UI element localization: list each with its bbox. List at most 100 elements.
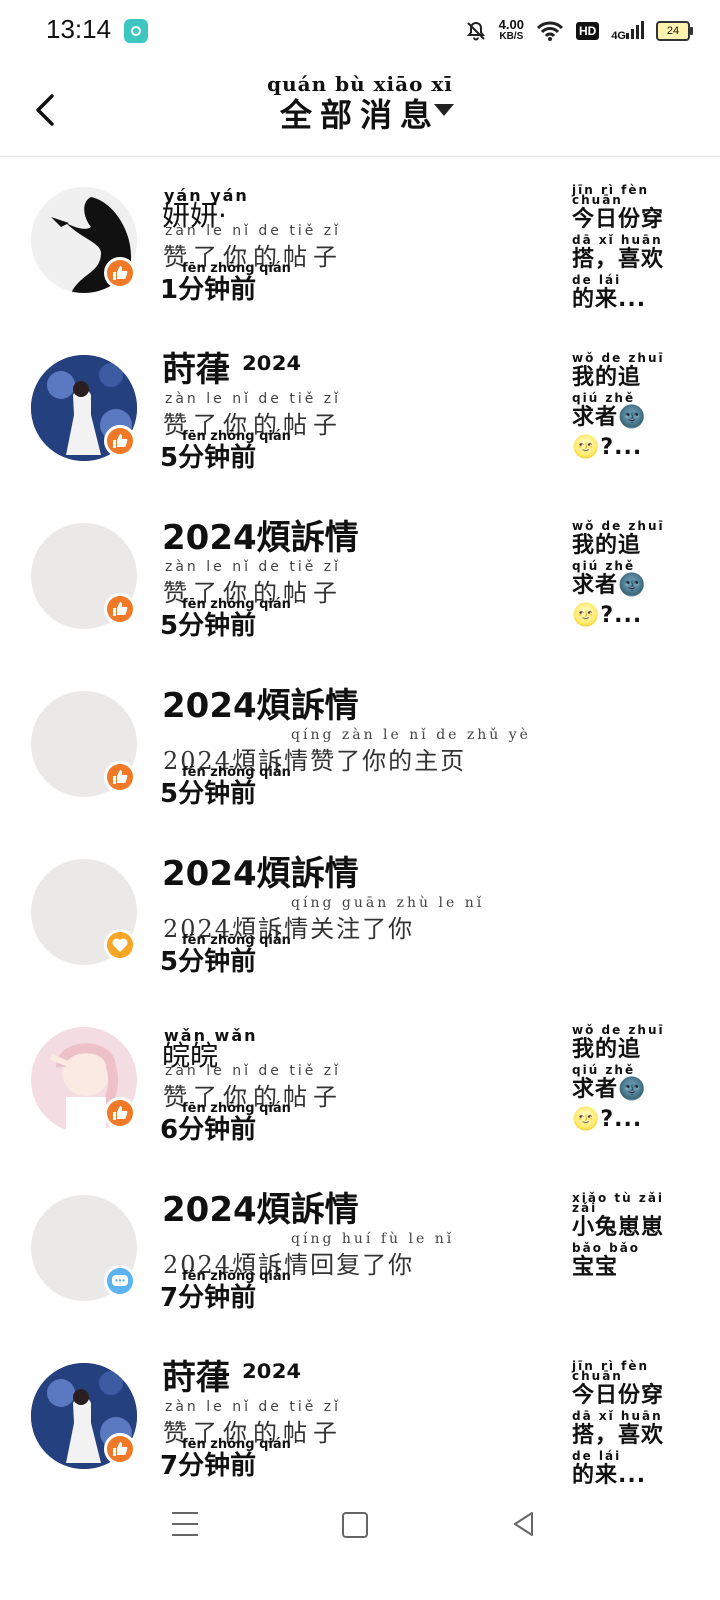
- comment-badge-icon: [104, 1265, 136, 1297]
- preview-pinyin: de lái: [572, 1449, 622, 1463]
- timestamp: fēn zhōng qián 1分钟前: [160, 261, 291, 306]
- preview-line: 🌝?...: [572, 433, 682, 463]
- action-pinyin: qíng zàn le nǐ de zhǔ yè: [291, 727, 531, 743]
- page-title[interactable]: quán bù xiāo xī 全部消息: [0, 72, 720, 134]
- preview-pinyin: jīn rì fèn chuān: [572, 183, 650, 207]
- sender-name-text: 莳葎 ²⁰²⁴: [162, 1358, 302, 1398]
- preview-text: 🌝?...: [572, 1107, 643, 1132]
- signal-icon: [626, 20, 644, 39]
- preview-line: 🌝?...: [572, 1105, 682, 1135]
- timestamp-text: 5分钟前: [160, 947, 257, 977]
- message-item[interactable]: wǎn wǎn 皖皖 zàn le nǐ de tiě zǐ 赞了你的帖子 fēn zh…: [0, 997, 720, 1165]
- action-pinyin: qíng huí fù le nǐ: [291, 1231, 455, 1247]
- preview-text: 宝宝: [572, 1255, 619, 1280]
- speed-value: 4.00: [498, 17, 524, 32]
- network-speed: 4.00 KB/S: [498, 17, 524, 43]
- message-item[interactable]: 2024煩訴情 qíng huí fù le nǐ 2024煩訴情回复了你 fēn z…: [0, 1165, 720, 1333]
- menu-icon[interactable]: [172, 1512, 198, 1536]
- preview-text: 搭，喜欢: [572, 1423, 665, 1448]
- status-icons: 4.00 KB/S HD 4G 24: [465, 16, 693, 46]
- timestamp: fēn zhōng qián 5分钟前: [160, 933, 291, 978]
- post-preview[interactable]: jīn rì fèn chuān 今日份穿 dā xǐ huān 搭，喜欢 de lái…: [572, 183, 682, 315]
- post-preview[interactable]: wǒ de zhuī 我的追 qiú zhě 求者🌚 🌝?...: [572, 519, 682, 631]
- timestamp-text: 5分钟前: [160, 611, 257, 641]
- action-pinyin: zàn le nǐ de tiě zǐ: [165, 559, 342, 575]
- clock: 13:14: [46, 14, 112, 44]
- hd-badge: HD: [575, 22, 600, 40]
- timestamp-text: 6分钟前: [160, 1115, 257, 1145]
- preview-line: qiú zhě 求者🌚: [572, 560, 682, 601]
- like-badge-icon: [104, 425, 136, 457]
- sender-name[interactable]: 莳葎 ²⁰²⁴: [162, 351, 301, 389]
- timestamp-pinyin: fēn zhōng qián: [182, 1269, 291, 1284]
- message-item[interactable]: yán yán 妍妍· zàn le nǐ de tiě zǐ 赞了你的帖子 fēn z…: [0, 157, 720, 325]
- preview-text: 我的追: [572, 533, 642, 558]
- preview-line: qiú zhě 求者🌚: [572, 392, 682, 433]
- nav-back-icon[interactable]: [510, 1510, 538, 1538]
- timestamp-pinyin: fēn zhōng qián: [182, 765, 291, 780]
- action-pinyin: zàn le nǐ de tiě zǐ: [165, 391, 342, 407]
- sender-name[interactable]: 莳葎 ²⁰²⁴: [162, 1359, 301, 1397]
- sender-name-text: 2024煩訴情: [162, 854, 359, 894]
- battery-icon: 24: [656, 21, 693, 41]
- sender-name-pinyin: yán yán: [164, 186, 249, 205]
- preview-text: 🌝?...: [572, 603, 643, 628]
- action-pinyin: qíng guān zhù le nǐ: [291, 895, 485, 911]
- timestamp: fēn zhōng qián 5分钟前: [160, 765, 291, 810]
- sender-name[interactable]: 2024煩訴情: [162, 519, 359, 557]
- timestamp-pinyin: fēn zhōng qián: [182, 261, 291, 276]
- post-preview[interactable]: wǒ de zhuī 我的追 qiú zhě 求者🌚 🌝?...: [572, 1023, 682, 1135]
- preview-text: 求者🌚: [572, 573, 647, 598]
- page-title-pinyin: quán bù xiāo xī: [267, 72, 453, 96]
- message-item[interactable]: 2024煩訴情 zàn le nǐ de tiě zǐ 赞了你的帖子 fēn zhōn…: [0, 493, 720, 661]
- preview-pinyin: xiǎo tù zǎi zǎi: [572, 1191, 665, 1215]
- message-item[interactable]: 2024煩訴情 qíng guān zhù le nǐ 2024煩訴情关注了你 fēn…: [0, 829, 720, 997]
- post-preview[interactable]: wǒ de zhuī 我的追 qiú zhě 求者🌚 🌝?...: [572, 352, 682, 463]
- preview-text: 搭，喜欢: [572, 247, 665, 272]
- like-badge-icon: [104, 761, 136, 793]
- preview-pinyin: wǒ de zhuī: [572, 519, 665, 533]
- message-item[interactable]: 莳葎 ²⁰²⁴ zàn le nǐ de tiě zǐ 赞了你的帖子 fēn zhōn…: [0, 1333, 720, 1501]
- sender-name[interactable]: 2024煩訴情: [162, 855, 359, 893]
- action-pinyin: zàn le nǐ de tiě zǐ: [165, 1399, 342, 1415]
- preview-line: dā xǐ huān 搭，喜欢: [572, 234, 682, 275]
- cellular-signal: 4G: [611, 20, 644, 42]
- preview-line: jīn rì fèn chuān 今日份穿: [572, 1359, 682, 1411]
- preview-line: wǒ de zhuī 我的追: [572, 1023, 682, 1065]
- preview-line: wǒ de zhuī 我的追: [572, 519, 682, 561]
- message-item[interactable]: 2024煩訴情 qíng zàn le nǐ de zhǔ yè 2024煩訴情赞了…: [0, 661, 720, 829]
- timestamp: fēn zhōng qián 6分钟前: [160, 1101, 291, 1146]
- preview-pinyin: bǎo bǎo: [572, 1241, 641, 1255]
- preview-pinyin: dā xǐ huān: [572, 1409, 663, 1423]
- timestamp-pinyin: fēn zhōng qián: [182, 1101, 291, 1116]
- timestamp: fēn zhōng qián 7分钟前: [160, 1437, 291, 1482]
- preview-pinyin: qiú zhě: [572, 1063, 636, 1077]
- post-preview[interactable]: xiǎo tù zǎi zǎi 小兔崽崽 bǎo bǎo 宝宝: [572, 1191, 682, 1283]
- like-badge-icon: [104, 1097, 136, 1129]
- post-preview[interactable]: jīn rì fèn chuān 今日份穿 dā xǐ huān 搭，喜欢 de lái…: [572, 1359, 682, 1491]
- preview-pinyin: wǒ de zhuī: [572, 1023, 665, 1037]
- sender-name-text: 2024煩訴情: [162, 1190, 359, 1230]
- page-title-text: 全部消息: [279, 96, 440, 134]
- bell-muted-icon: [466, 21, 485, 41]
- sender-name-text: 2024煩訴情: [162, 686, 359, 726]
- message-item[interactable]: 莳葎 ²⁰²⁴ zàn le nǐ de tiě zǐ 赞了你的帖子 fēn zhōn…: [0, 325, 720, 493]
- follow-heart-badge-icon: [104, 929, 136, 961]
- preview-line: 🌝?...: [572, 601, 682, 631]
- timestamp-pinyin: fēn zhōng qián: [182, 1437, 291, 1452]
- home-icon[interactable]: [342, 1512, 368, 1538]
- dropdown-caret-icon[interactable]: [434, 104, 454, 116]
- preview-text: 我的追: [572, 365, 642, 390]
- preview-line: bǎo bǎo 宝宝: [572, 1241, 682, 1283]
- preview-pinyin: jīn rì fèn chuān: [572, 1359, 650, 1383]
- preview-text: 今日份穿: [572, 1383, 665, 1408]
- preview-line: wǒ de zhuī 我的追: [572, 352, 682, 393]
- sender-name-text: 莳葎 ²⁰²⁴: [162, 350, 302, 390]
- preview-text: 小兔崽崽: [572, 1215, 665, 1240]
- like-badge-icon: [104, 1433, 136, 1465]
- sender-name[interactable]: 2024煩訴情: [162, 1191, 359, 1229]
- preview-pinyin: de lái: [572, 273, 622, 287]
- sender-name[interactable]: 2024煩訴情: [162, 687, 359, 725]
- timestamp-text: 1分钟前: [160, 275, 257, 305]
- timestamp-text: 5分钟前: [160, 779, 257, 809]
